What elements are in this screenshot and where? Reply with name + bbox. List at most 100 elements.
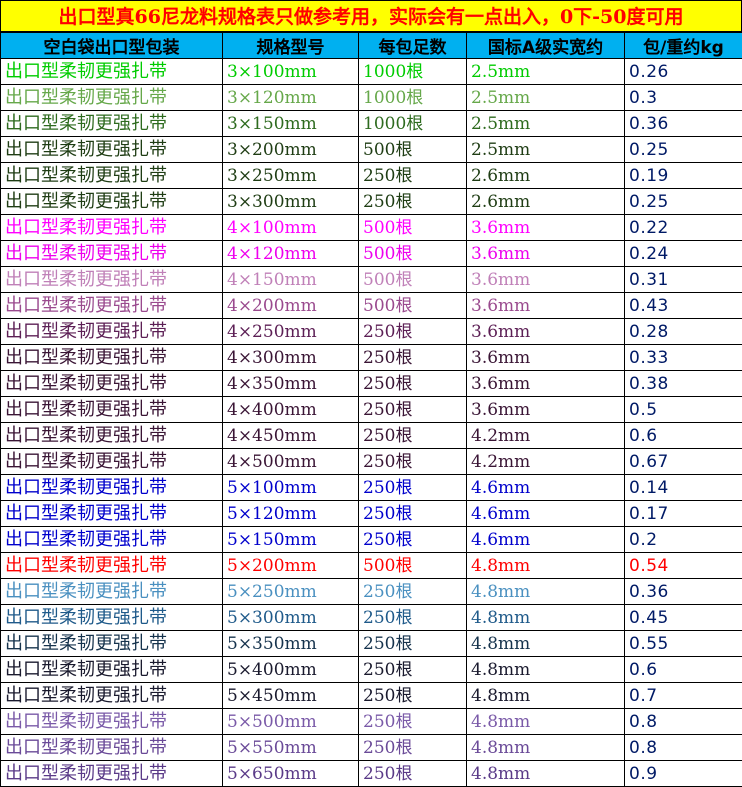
- width-cell: 3.6mm: [467, 397, 625, 423]
- qty-cell: 250根: [359, 345, 467, 371]
- weight-cell: 0.24: [625, 241, 742, 267]
- width-cell: 4.8mm: [467, 605, 625, 631]
- product-name-cell: 出口型柔韧更强扎带: [1, 137, 223, 163]
- width-cell: 2.5mm: [467, 59, 625, 85]
- product-name-cell: 出口型柔韧更强扎带: [1, 501, 223, 527]
- qty-cell: 1000根: [359, 111, 467, 137]
- product-name-cell: 出口型柔韧更强扎带: [1, 111, 223, 137]
- weight-cell: 0.38: [625, 371, 742, 397]
- table-row: 出口型柔韧更强扎带5×350mm250根4.8mm0.55: [1, 631, 742, 657]
- table-row: 出口型柔韧更强扎带4×500mm250根4.2mm0.67: [1, 449, 742, 475]
- spec-cell: 5×350mm: [223, 631, 359, 657]
- header-qty: 每包足数: [359, 33, 467, 59]
- table-row: 出口型柔韧更强扎带5×400mm250根4.8mm0.6: [1, 657, 742, 683]
- width-cell: 3.6mm: [467, 293, 625, 319]
- weight-cell: 0.8: [625, 709, 742, 735]
- product-name-cell: 出口型柔韧更强扎带: [1, 215, 223, 241]
- header-row: 空白袋出口型包装 规格型号 每包足数 国标A级实宽约 包/重约kg: [1, 33, 742, 59]
- weight-cell: 0.17: [625, 501, 742, 527]
- table-row: 出口型柔韧更强扎带4×450mm250根4.2mm0.6: [1, 423, 742, 449]
- weight-cell: 0.26: [625, 59, 742, 85]
- spec-cell: 3×120mm: [223, 85, 359, 111]
- width-cell: 3.6mm: [467, 267, 625, 293]
- qty-cell: 250根: [359, 709, 467, 735]
- spec-cell: 4×400mm: [223, 397, 359, 423]
- table-row: 出口型柔韧更强扎带5×120mm250根4.6mm0.17: [1, 501, 742, 527]
- width-cell: 4.8mm: [467, 761, 625, 787]
- product-name-cell: 出口型柔韧更强扎带: [1, 319, 223, 345]
- product-name-cell: 出口型柔韧更强扎带: [1, 709, 223, 735]
- qty-cell: 250根: [359, 683, 467, 709]
- qty-cell: 250根: [359, 657, 467, 683]
- weight-cell: 0.8: [625, 735, 742, 761]
- width-cell: 3.6mm: [467, 215, 625, 241]
- spec-cell: 5×250mm: [223, 579, 359, 605]
- width-cell: 4.8mm: [467, 735, 625, 761]
- table-row: 出口型柔韧更强扎带4×300mm250根3.6mm0.33: [1, 345, 742, 371]
- spec-sheet: 出口型真66尼龙料规格表只做参考用，实际会有一点出入，0下-50度可用 空白袋出…: [0, 0, 742, 784]
- spec-cell: 5×150mm: [223, 527, 359, 553]
- width-cell: 2.5mm: [467, 137, 625, 163]
- weight-cell: 0.6: [625, 423, 742, 449]
- width-cell: 2.5mm: [467, 111, 625, 137]
- product-name-cell: 出口型柔韧更强扎带: [1, 293, 223, 319]
- table-row: 出口型柔韧更强扎带3×200mm500根2.5mm0.25: [1, 137, 742, 163]
- spec-cell: 3×250mm: [223, 163, 359, 189]
- weight-cell: 0.28: [625, 319, 742, 345]
- width-cell: 4.8mm: [467, 631, 625, 657]
- product-name-cell: 出口型柔韧更强扎带: [1, 267, 223, 293]
- qty-cell: 500根: [359, 137, 467, 163]
- weight-cell: 0.33: [625, 345, 742, 371]
- weight-cell: 0.54: [625, 553, 742, 579]
- product-name-cell: 出口型柔韧更强扎带: [1, 683, 223, 709]
- qty-cell: 250根: [359, 189, 467, 215]
- width-cell: 4.2mm: [467, 423, 625, 449]
- spec-cell: 4×200mm: [223, 293, 359, 319]
- spec-cell: 3×150mm: [223, 111, 359, 137]
- width-cell: 4.2mm: [467, 449, 625, 475]
- header-spec: 规格型号: [223, 33, 359, 59]
- width-cell: 3.6mm: [467, 319, 625, 345]
- width-cell: 4.6mm: [467, 475, 625, 501]
- width-cell: 3.6mm: [467, 371, 625, 397]
- spec-cell: 5×400mm: [223, 657, 359, 683]
- spec-cell: 3×300mm: [223, 189, 359, 215]
- table-row: 出口型柔韧更强扎带5×150mm250根4.6mm0.2: [1, 527, 742, 553]
- table-row: 出口型柔韧更强扎带4×200mm500根3.6mm0.43: [1, 293, 742, 319]
- width-cell: 3.6mm: [467, 241, 625, 267]
- qty-cell: 250根: [359, 423, 467, 449]
- width-cell: 2.6mm: [467, 163, 625, 189]
- product-name-cell: 出口型柔韧更强扎带: [1, 449, 223, 475]
- qty-cell: 250根: [359, 605, 467, 631]
- spec-cell: 4×250mm: [223, 319, 359, 345]
- sheet-title: 出口型真66尼龙料规格表只做参考用，实际会有一点出入，0下-50度可用: [0, 0, 742, 32]
- spec-cell: 5×120mm: [223, 501, 359, 527]
- table-row: 出口型柔韧更强扎带4×120mm500根3.6mm0.24: [1, 241, 742, 267]
- weight-cell: 0.22: [625, 215, 742, 241]
- qty-cell: 250根: [359, 449, 467, 475]
- qty-cell: 250根: [359, 501, 467, 527]
- weight-cell: 0.36: [625, 111, 742, 137]
- weight-cell: 0.25: [625, 137, 742, 163]
- weight-cell: 0.14: [625, 475, 742, 501]
- spec-cell: 4×300mm: [223, 345, 359, 371]
- table-row: 出口型柔韧更强扎带5×250mm250根4.8mm0.36: [1, 579, 742, 605]
- product-name-cell: 出口型柔韧更强扎带: [1, 397, 223, 423]
- product-name-cell: 出口型柔韧更强扎带: [1, 631, 223, 657]
- spec-cell: 5×200mm: [223, 553, 359, 579]
- qty-cell: 500根: [359, 241, 467, 267]
- spec-cell: 5×100mm: [223, 475, 359, 501]
- table-row: 出口型柔韧更强扎带5×500mm250根4.8mm0.8: [1, 709, 742, 735]
- spec-cell: 5×450mm: [223, 683, 359, 709]
- product-name-cell: 出口型柔韧更强扎带: [1, 85, 223, 111]
- product-name-cell: 出口型柔韧更强扎带: [1, 579, 223, 605]
- spec-cell: 3×100mm: [223, 59, 359, 85]
- table-row: 出口型柔韧更强扎带4×100mm500根3.6mm0.22: [1, 215, 742, 241]
- width-cell: 4.6mm: [467, 501, 625, 527]
- width-cell: 4.8mm: [467, 553, 625, 579]
- header-packaging: 空白袋出口型包装: [1, 33, 223, 59]
- qty-cell: 250根: [359, 163, 467, 189]
- table-row: 出口型柔韧更强扎带4×250mm250根3.6mm0.28: [1, 319, 742, 345]
- product-name-cell: 出口型柔韧更强扎带: [1, 371, 223, 397]
- product-name-cell: 出口型柔韧更强扎带: [1, 735, 223, 761]
